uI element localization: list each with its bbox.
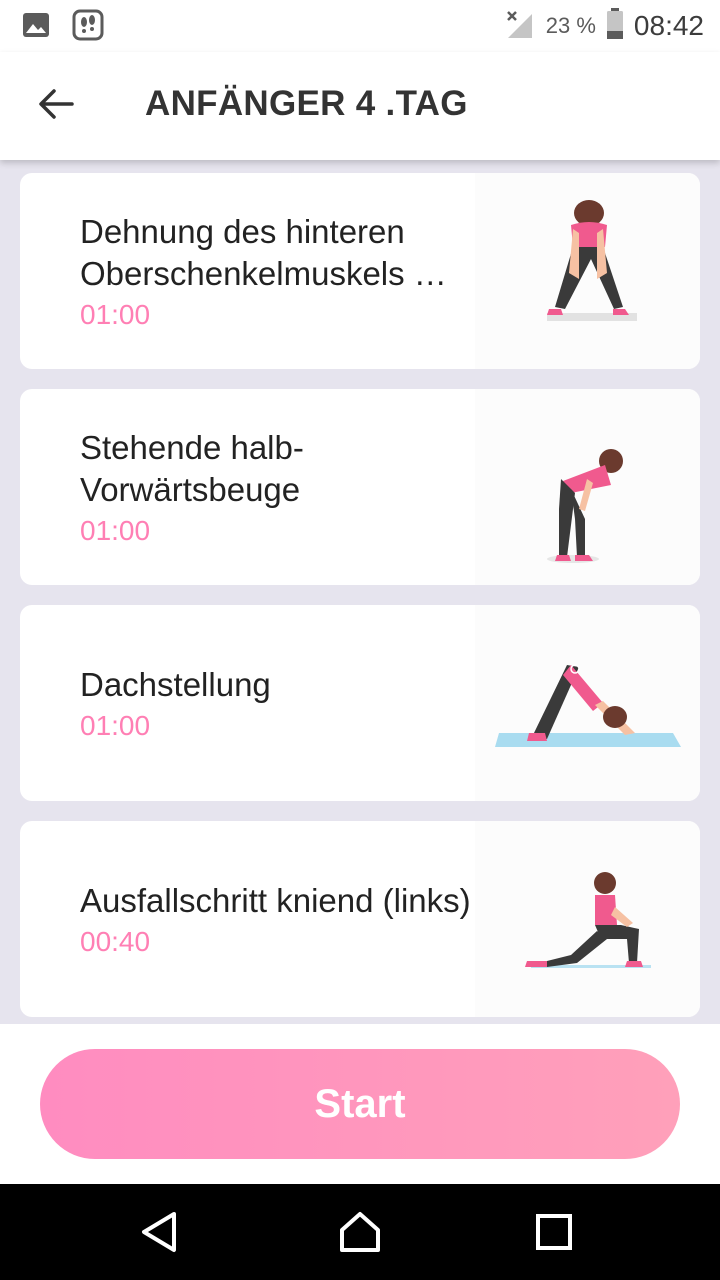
start-button-label: Start xyxy=(314,1081,406,1126)
exercise-card[interactable]: Stehende halb-Vorwärtsbeuge 01:00 xyxy=(20,389,700,585)
app-bar: ANFÄNGER 4 .TAG xyxy=(0,52,720,160)
exercise-name: Stehende halb-Vorwärtsbeuge xyxy=(80,429,304,508)
exercise-duration: 01:00 xyxy=(80,515,151,546)
exercise-duration: 00:40 xyxy=(80,926,151,957)
exercise-name: Dachstellung xyxy=(80,666,271,703)
page-title: ANFÄNGER 4 .TAG xyxy=(145,84,468,123)
exercise-duration: 01:00 xyxy=(80,299,151,330)
start-button[interactable]: Start xyxy=(40,1049,680,1159)
exercise-card[interactable]: Dachstellung 01:00 xyxy=(20,605,700,801)
exercise-illustration xyxy=(475,389,700,585)
nav-home-button[interactable] xyxy=(336,1208,384,1256)
exercise-illustration xyxy=(475,821,700,1017)
footsteps-notification-icon xyxy=(72,9,104,46)
bottom-action-area: Start xyxy=(0,1024,720,1184)
status-bar: 23 % 08:42 xyxy=(0,0,720,52)
exercise-card[interactable]: Dehnung des hinteren Oberschenkelmuskels… xyxy=(20,173,700,369)
exercise-illustration xyxy=(475,173,700,369)
nav-back-button[interactable] xyxy=(136,1208,184,1256)
battery-icon xyxy=(606,7,624,45)
exercise-name: Dehnung des hinteren Oberschenkelmuskels… xyxy=(80,213,447,292)
battery-percent: 23 % xyxy=(545,13,596,38)
triangle-back-icon xyxy=(136,1212,184,1260)
exercise-card[interactable]: Ausfallschritt kniend (links) 00:40 xyxy=(20,821,700,1017)
exercise-illustration xyxy=(475,605,700,801)
status-time: 08:42 xyxy=(633,10,704,41)
arrow-left-icon xyxy=(38,88,74,125)
home-icon xyxy=(336,1212,384,1260)
exercise-duration: 01:00 xyxy=(80,710,151,741)
square-recents-icon xyxy=(530,1214,578,1260)
navigation-bar xyxy=(0,1184,720,1280)
nav-recents-button[interactable] xyxy=(530,1208,578,1256)
exercise-name: Ausfallschritt kniend (links) xyxy=(80,882,471,919)
gallery-notification-icon xyxy=(22,12,50,43)
exercise-list[interactable]: Dehnung des hinteren Oberschenkelmuskels… xyxy=(0,160,720,1024)
signal-off-icon xyxy=(504,8,536,45)
back-button[interactable] xyxy=(28,80,84,132)
